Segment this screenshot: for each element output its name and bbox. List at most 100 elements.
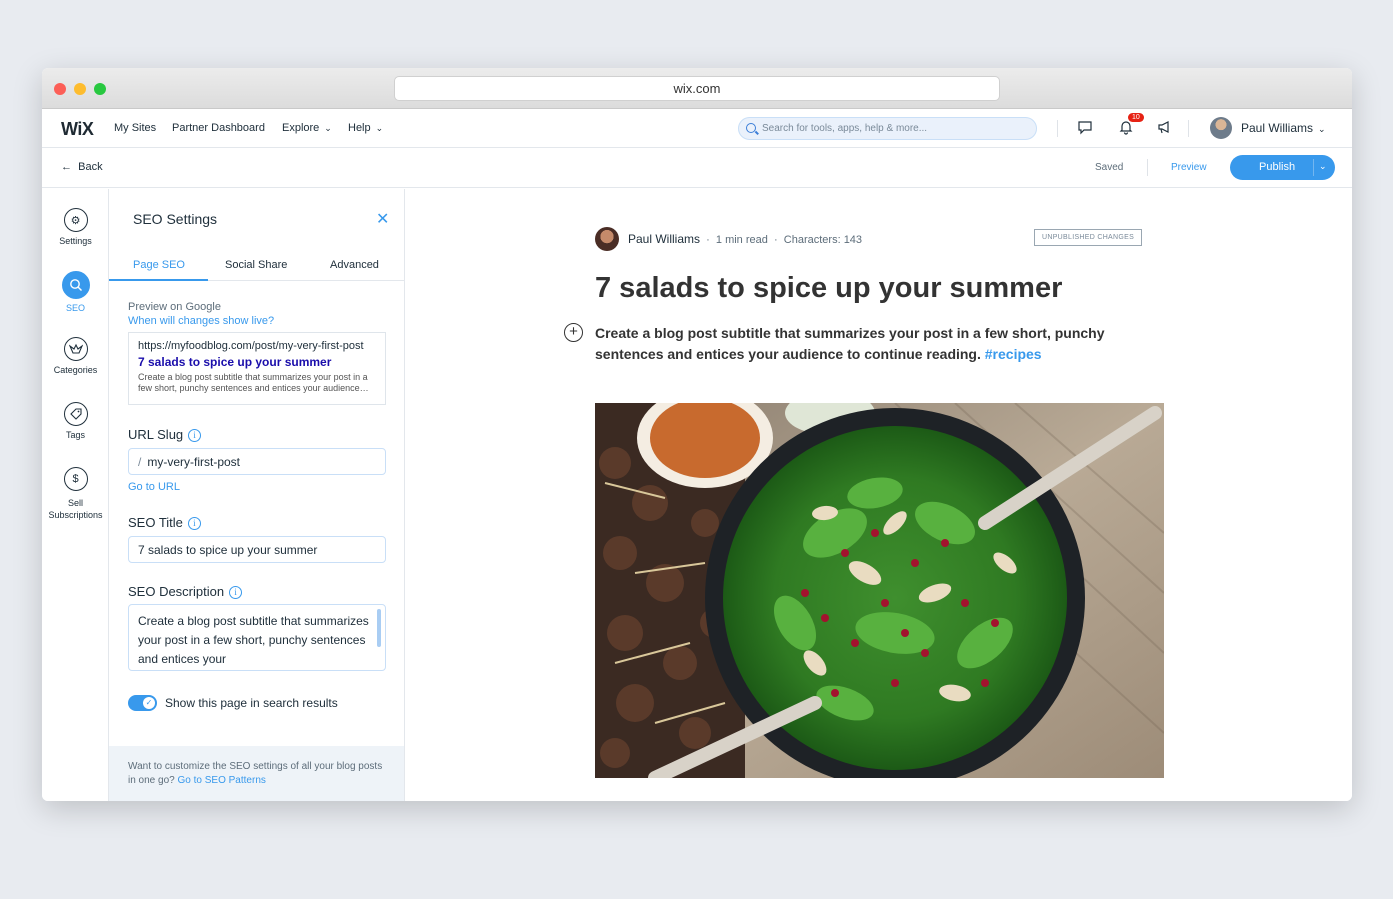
megaphone-icon[interactable] bbox=[1156, 119, 1174, 137]
hashtag-link[interactable]: #recipes bbox=[985, 346, 1042, 362]
url-slug-input[interactable]: / my-very-first-post bbox=[128, 448, 386, 475]
search-visibility-toggle[interactable] bbox=[128, 695, 157, 711]
character-count: Characters: 143 bbox=[783, 234, 863, 246]
preview-label: Preview on Google bbox=[128, 301, 221, 313]
seo-description-value: Create a blog post subtitle that summari… bbox=[138, 614, 369, 666]
post-editor: Paul Williams · 1 min read · Characters:… bbox=[406, 189, 1352, 801]
chevron-down-icon[interactable]: ⌄ bbox=[1319, 161, 1327, 172]
status-badge: UNPUBLISHED CHANGES bbox=[1034, 229, 1143, 246]
back-label: Back bbox=[78, 161, 103, 173]
saved-status: Saved bbox=[1095, 162, 1124, 173]
nav-help-label: Help bbox=[348, 122, 371, 134]
sidebar-item-label: Tags bbox=[65, 430, 85, 440]
preview-button[interactable]: Preview bbox=[1171, 162, 1207, 173]
tab-page-seo[interactable]: Page SEO bbox=[133, 259, 185, 271]
divider bbox=[1147, 159, 1148, 176]
close-window-button[interactable] bbox=[54, 83, 66, 95]
nav-partner-dashboard[interactable]: Partner Dashboard bbox=[172, 122, 265, 134]
search-visibility-label: Show this page in search results bbox=[165, 696, 338, 710]
sidebar-item-settings[interactable]: ⚙ Settings bbox=[42, 208, 109, 246]
notification-badge: 10 bbox=[1128, 113, 1144, 122]
seo-patterns-footer: Want to customize the SEO settings of al… bbox=[109, 746, 404, 801]
chevron-down-icon: ⌄ bbox=[375, 123, 384, 133]
editor-toolbar: ← Back Saved Preview Publish ⌄ bbox=[42, 148, 1352, 188]
sidebar-item-tags[interactable]: Tags bbox=[42, 402, 109, 440]
go-to-url-link[interactable]: Go to URL bbox=[128, 481, 180, 493]
chevron-down-icon: ⌄ bbox=[324, 123, 332, 133]
url-slug-label-text: URL Slug bbox=[128, 427, 184, 442]
browser-titlebar: wix.com bbox=[42, 68, 1352, 109]
browser-window: wix.com WiX My Sites Partner Dashboard E… bbox=[42, 68, 1352, 801]
search-icon bbox=[61, 271, 90, 299]
info-icon[interactable]: i bbox=[229, 586, 243, 599]
nav-explore[interactable]: Explore ⌄ bbox=[282, 122, 332, 134]
search-icon bbox=[746, 123, 756, 133]
add-block-icon[interactable]: + bbox=[564, 323, 583, 342]
panel-title: SEO Settings bbox=[133, 211, 218, 227]
google-preview-url: https://myfoodblog.com/post/my-very-firs… bbox=[138, 340, 364, 352]
search-placeholder: Search for tools, apps, help & more... bbox=[762, 123, 928, 134]
sidebar-item-seo[interactable]: SEO bbox=[42, 271, 109, 313]
dollar-icon: $ bbox=[63, 467, 88, 491]
sidebar-item-label: SEO bbox=[65, 303, 85, 313]
sidebar-item-sell-subscriptions[interactable]: $ Sell Subscriptions bbox=[42, 467, 109, 521]
seo-settings-panel: SEO Settings ✕ Page SEO Social Share Adv… bbox=[109, 189, 405, 801]
maximize-window-button[interactable] bbox=[94, 83, 106, 95]
seo-patterns-link[interactable]: Go to SEO Patterns bbox=[178, 775, 266, 786]
top-navigation: WiX My Sites Partner Dashboard Explore ⌄ … bbox=[42, 109, 1352, 148]
sidebar-item-categories[interactable]: Categories bbox=[42, 337, 109, 375]
user-avatar[interactable] bbox=[1210, 117, 1232, 139]
publish-button[interactable]: Publish ⌄ bbox=[1230, 155, 1335, 180]
google-preview: https://myfoodblog.com/post/my-very-firs… bbox=[128, 332, 386, 405]
back-arrow-icon: ← bbox=[61, 161, 72, 173]
nav-my-sites[interactable]: My Sites bbox=[114, 122, 156, 134]
user-name: Paul Williams bbox=[1241, 121, 1314, 135]
sidebar-item-label-line2: Subscriptions bbox=[48, 510, 103, 520]
seo-description-label: SEO Description i bbox=[128, 584, 243, 599]
nav-explore-label: Explore bbox=[282, 122, 320, 134]
sidebar-item-label: Settings bbox=[59, 236, 92, 246]
google-preview-description-line2: few short, punchy sentences and entices … bbox=[138, 383, 369, 393]
url-slug-label: URL Slug i bbox=[128, 427, 202, 442]
read-time: 1 min read bbox=[715, 234, 768, 246]
seo-tabs: Page SEO Social Share Advanced bbox=[109, 251, 405, 281]
gear-icon: ⚙ bbox=[63, 208, 88, 232]
search-input[interactable]: Search for tools, apps, help & more... bbox=[738, 117, 1037, 140]
author-name: Paul Williams bbox=[628, 232, 701, 246]
chat-icon[interactable] bbox=[1077, 119, 1095, 137]
google-preview-description: Create a blog post subtitle that summari… bbox=[138, 372, 376, 394]
publish-label: Publish bbox=[1259, 161, 1296, 173]
chevron-down-icon: ⌄ bbox=[1318, 124, 1326, 134]
user-menu[interactable]: Paul Williams ⌄ bbox=[1241, 121, 1326, 135]
slash-prefix: / bbox=[138, 455, 142, 469]
salad-bowl-image[interactable] bbox=[595, 403, 1164, 778]
seo-description-label-text: SEO Description bbox=[128, 584, 225, 599]
tag-icon bbox=[63, 402, 88, 426]
changes-live-link[interactable]: When will changes show live? bbox=[128, 315, 274, 327]
tab-advanced[interactable]: Advanced bbox=[330, 259, 379, 271]
wix-logo[interactable]: WiX bbox=[61, 119, 94, 140]
post-meta: Paul Williams · 1 min read · Characters:… bbox=[628, 232, 863, 246]
post-title[interactable]: 7 salads to spice up your summer bbox=[595, 272, 1062, 305]
minimize-window-button[interactable] bbox=[74, 83, 86, 95]
tab-social-share[interactable]: Social Share bbox=[225, 259, 287, 271]
seo-description-textarea[interactable]: Create a blog post subtitle that summari… bbox=[128, 604, 386, 671]
categories-icon bbox=[63, 337, 88, 361]
nav-help[interactable]: Help ⌄ bbox=[348, 122, 383, 134]
notifications-bell-icon[interactable]: 10 bbox=[1118, 113, 1144, 137]
seo-title-label: SEO Title i bbox=[128, 515, 201, 530]
textarea-scrollbar[interactable] bbox=[377, 609, 381, 647]
url-slug-value: my-very-first-post bbox=[147, 455, 241, 469]
address-bar[interactable]: wix.com bbox=[394, 76, 1000, 101]
seo-title-input[interactable]: 7 salads to spice up your summer bbox=[128, 536, 386, 563]
back-button[interactable]: ← Back bbox=[61, 161, 103, 173]
post-subtitle[interactable]: Create a blog post subtitle that summari… bbox=[595, 323, 1175, 365]
sidebar-item-label: Categories bbox=[53, 365, 98, 375]
google-preview-title: 7 salads to spice up your summer bbox=[138, 355, 332, 369]
close-icon[interactable]: ✕ bbox=[376, 209, 389, 229]
google-preview-description-line1: Create a blog post subtitle that summari… bbox=[138, 372, 368, 382]
divider bbox=[1188, 120, 1189, 137]
info-icon[interactable]: i bbox=[188, 429, 202, 442]
seo-title-label-text: SEO Title bbox=[128, 515, 183, 530]
info-icon[interactable]: i bbox=[187, 517, 201, 530]
